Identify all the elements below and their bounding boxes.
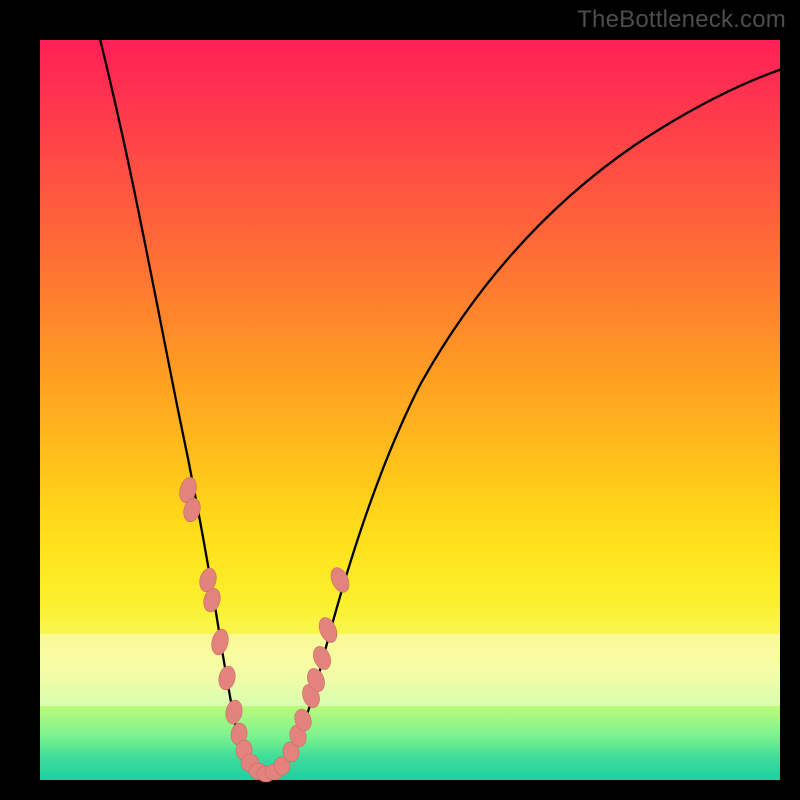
bottleneck-curve <box>99 35 785 777</box>
plot-area <box>40 40 780 780</box>
watermark-text: TheBottleneck.com <box>577 6 786 34</box>
dot-cluster <box>177 475 353 782</box>
chart-svg <box>40 40 780 780</box>
outer-frame: TheBottleneck.com <box>0 0 800 800</box>
